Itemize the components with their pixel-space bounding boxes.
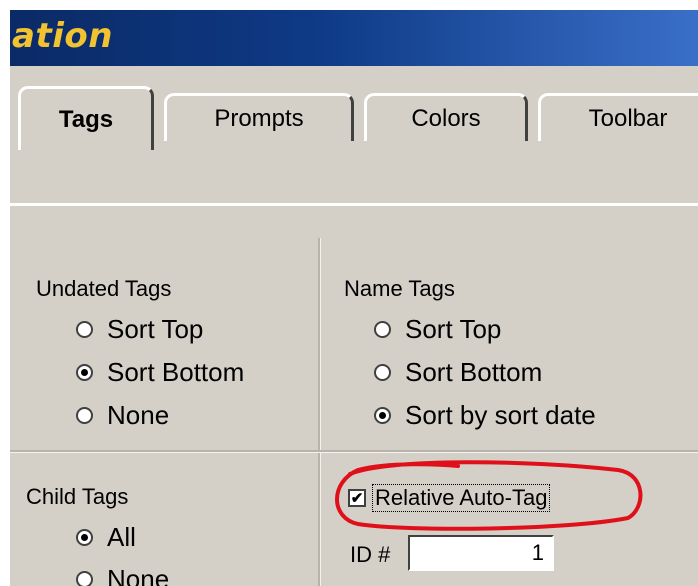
name-sort-bottom-option[interactable]: Sort Bottom <box>374 357 542 388</box>
child-none-option[interactable]: None <box>76 564 169 586</box>
id-label: ID # <box>350 542 391 567</box>
undated-tags-label: Undated Tags <box>36 276 172 301</box>
radio-icon <box>374 364 391 381</box>
title-bar[interactable]: ation <box>10 10 698 66</box>
child-none-label: None <box>107 564 170 586</box>
name-sort-by-date-option[interactable]: Sort by sort date <box>374 400 596 431</box>
tab-colors[interactable]: Colors <box>364 93 528 141</box>
name-tags-label: Name Tags <box>344 276 455 301</box>
tab-strip: Tags Prompts Colors Toolbar <box>10 66 698 206</box>
undated-sort-bottom-option[interactable]: Sort Bottom <box>76 357 244 388</box>
child-all-option[interactable]: All <box>76 522 136 553</box>
radio-icon <box>374 321 391 338</box>
name-sort-bottom-label: Sort Bottom <box>405 357 543 387</box>
radio-icon <box>76 571 93 586</box>
child-tags-label: Child Tags <box>26 484 129 509</box>
undated-sort-bottom-label: Sort Bottom <box>107 357 245 387</box>
name-sort-top-label: Sort Top <box>405 314 502 344</box>
window-title: ation <box>12 16 113 56</box>
checkbox-checked-icon: ✔ <box>348 489 366 507</box>
undated-sort-top-label: Sort Top <box>107 314 204 344</box>
preferences-window: ation Tags Prompts Colors Toolbar Undate… <box>10 10 698 586</box>
radio-selected-icon <box>76 529 93 546</box>
tab-baseline <box>10 203 698 206</box>
tab-prompts[interactable]: Prompts <box>164 93 354 141</box>
group-divider-horizontal <box>10 450 698 453</box>
name-sort-by-date-label: Sort by sort date <box>405 400 596 430</box>
radio-icon <box>76 321 93 338</box>
relative-auto-tag-option[interactable]: ✔ Relative Auto-Tag <box>348 484 551 512</box>
radio-selected-icon <box>76 364 93 381</box>
undated-none-label: None <box>107 400 170 430</box>
group-divider-vertical <box>318 238 321 586</box>
undated-sort-top-option[interactable]: Sort Top <box>76 314 203 345</box>
tab-toolbar[interactable]: Toolbar <box>538 93 698 141</box>
child-all-label: All <box>107 522 136 552</box>
undated-none-option[interactable]: None <box>76 400 169 431</box>
id-input[interactable] <box>408 535 554 571</box>
name-sort-top-option[interactable]: Sort Top <box>374 314 501 345</box>
tab-tags[interactable]: Tags <box>18 86 154 150</box>
radio-selected-icon <box>374 407 391 424</box>
radio-icon <box>76 407 93 424</box>
relative-auto-tag-label: Relative Auto-Tag <box>372 484 551 512</box>
